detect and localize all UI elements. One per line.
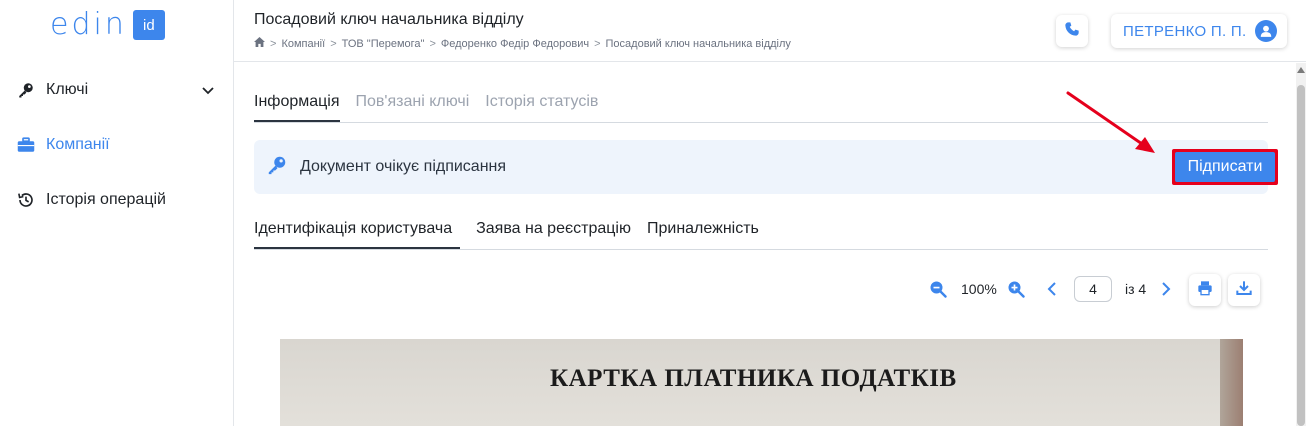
document-preview: КАРТКА ПЛАТНИКА ПОДАТКІВ bbox=[280, 339, 1243, 426]
user-name: ПЕТРЕНКО П. П. bbox=[1123, 22, 1247, 40]
page-header: Посадовий ключ начальника відділу > Комп… bbox=[234, 0, 1306, 62]
home-icon[interactable] bbox=[254, 37, 265, 50]
page-number-input[interactable] bbox=[1074, 276, 1112, 302]
tab-user-identification[interactable]: Ідентифікація користувача bbox=[254, 218, 461, 249]
banner-text: Документ очікує підписання bbox=[300, 158, 507, 175]
scroll-up-arrow-icon[interactable] bbox=[1297, 67, 1305, 73]
tab-information[interactable]: Інформація bbox=[254, 91, 340, 122]
scrollbar[interactable] bbox=[1296, 63, 1306, 426]
chevron-right-icon: > bbox=[594, 37, 601, 50]
page-title: Посадовий ключ начальника відділу bbox=[254, 11, 524, 28]
document-viewer-toolbar: 100% із 4 bbox=[928, 273, 1268, 307]
chevron-right-icon: > bbox=[429, 37, 436, 50]
edin-id-logo[interactable]: edin id bbox=[50, 8, 165, 42]
sidebar: edin id Ключі Компанії Історія операцій bbox=[0, 0, 234, 426]
phone-icon bbox=[1064, 21, 1080, 42]
zoom-in-icon[interactable] bbox=[1006, 279, 1026, 299]
chevron-right-icon: > bbox=[330, 37, 337, 50]
chevron-right-icon: > bbox=[270, 37, 277, 50]
history-icon bbox=[16, 190, 36, 210]
zoom-level: 100% bbox=[961, 281, 997, 297]
document-page: КАРТКА ПЛАТНИКА ПОДАТКІВ bbox=[280, 339, 1220, 426]
key-icon bbox=[16, 80, 36, 100]
user-menu-button[interactable]: ПЕТРЕНКО П. П. bbox=[1111, 14, 1287, 48]
signature-banner: Документ очікує підписання Підписати bbox=[254, 140, 1278, 194]
phone-button[interactable] bbox=[1056, 15, 1088, 47]
tab-status-history[interactable]: Історія статусів bbox=[485, 91, 598, 122]
logo-badge: id bbox=[132, 10, 165, 40]
print-button[interactable] bbox=[1189, 274, 1221, 306]
main-content: Інформація Пов'язані ключі Історія стату… bbox=[234, 63, 1296, 426]
page-total: із 4 bbox=[1125, 281, 1147, 297]
tab-label: Ідентифікація користувача bbox=[254, 220, 453, 237]
document-heading: КАРТКА ПЛАТНИКА ПОДАТКІВ bbox=[550, 365, 957, 392]
sidebar-item-label: Компанії bbox=[46, 136, 110, 153]
sign-button[interactable]: Підписати bbox=[1172, 149, 1278, 185]
tab-related-keys[interactable]: Пов'язані ключі bbox=[356, 91, 470, 122]
sidebar-item-label: Ключі bbox=[46, 81, 89, 98]
breadcrumb: > Компанії > ТОВ "Перемога" > Федоренко … bbox=[254, 37, 791, 50]
download-icon bbox=[1236, 280, 1252, 301]
tab-affiliation[interactable]: Приналежність bbox=[647, 218, 759, 249]
printer-icon bbox=[1197, 280, 1213, 301]
breadcrumb-link[interactable]: Федоренко Федір Федорович bbox=[441, 38, 589, 50]
sidebar-item-keys[interactable]: Ключі bbox=[16, 76, 216, 104]
user-avatar-icon bbox=[1255, 20, 1277, 42]
tab-registration-request[interactable]: Заява на реєстрацію bbox=[476, 218, 631, 249]
key-icon bbox=[266, 154, 288, 181]
sidebar-item-label: Історія операцій bbox=[46, 191, 166, 208]
breadcrumb-link[interactable]: ТОВ "Перемога" bbox=[342, 38, 425, 50]
chevron-left-icon[interactable] bbox=[1042, 279, 1062, 299]
document-tabs: Ідентифікація користувача Заява на реєст… bbox=[254, 218, 1268, 250]
sidebar-item-history[interactable]: Історія операцій bbox=[16, 186, 216, 214]
briefcase-icon bbox=[16, 135, 36, 155]
logo-text: edin bbox=[50, 7, 127, 42]
breadcrumb-link[interactable]: Компанії bbox=[281, 38, 325, 50]
sidebar-item-companies[interactable]: Компанії bbox=[16, 131, 216, 159]
scroll-thumb[interactable] bbox=[1297, 85, 1305, 426]
download-button[interactable] bbox=[1228, 274, 1260, 306]
breadcrumb-current: Посадовий ключ начальника відділу bbox=[605, 37, 791, 50]
document-edge bbox=[1220, 339, 1243, 426]
sign-button-label: Підписати bbox=[1175, 152, 1275, 182]
chevron-down-icon[interactable] bbox=[200, 82, 216, 98]
zoom-out-icon[interactable] bbox=[928, 279, 948, 299]
chevron-right-icon[interactable] bbox=[1156, 279, 1176, 299]
info-tabs: Інформація Пов'язані ключі Історія стату… bbox=[254, 91, 1268, 123]
